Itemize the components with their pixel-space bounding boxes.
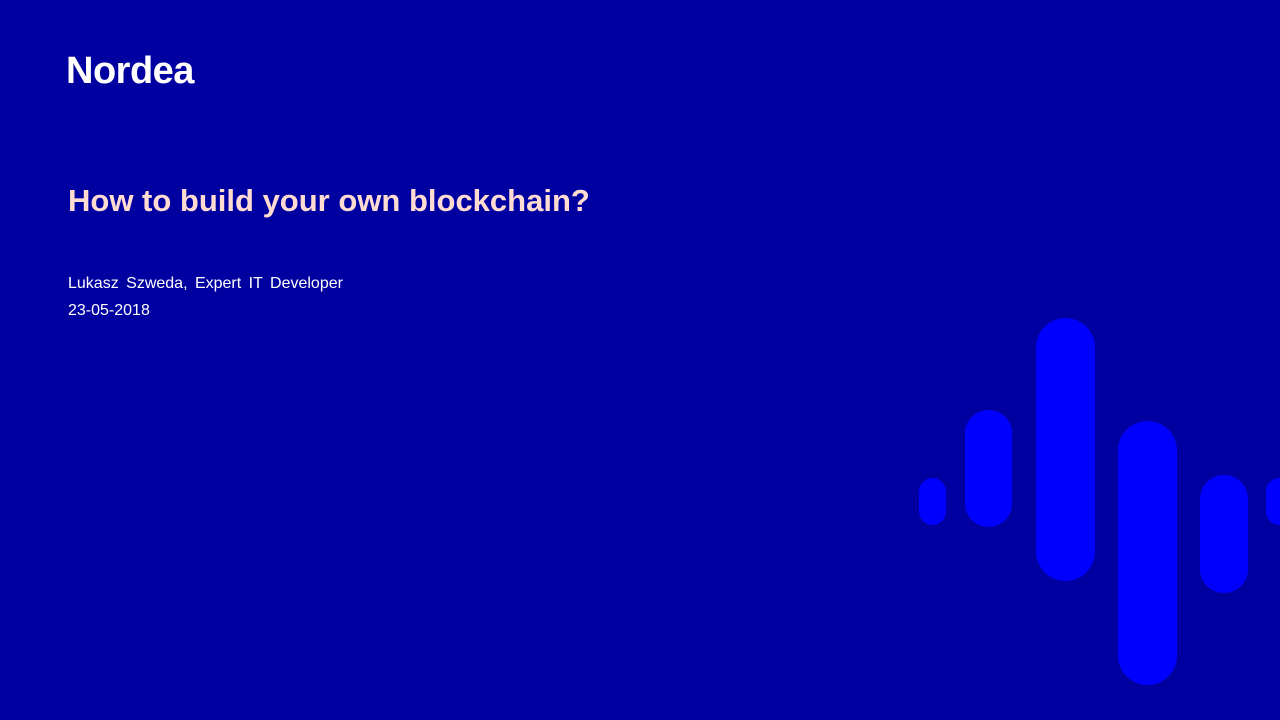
decorative-bar-5 bbox=[1200, 475, 1248, 593]
presentation-slide: Nordea How to build your own blockchain?… bbox=[0, 0, 1280, 720]
decorative-bar-1 bbox=[919, 478, 946, 525]
decorative-bar-3 bbox=[1036, 318, 1095, 581]
presenter-info: Lukasz Szweda, Expert IT Developer bbox=[68, 275, 343, 292]
nordea-logo: Nordea bbox=[66, 50, 194, 92]
decorative-bar-4 bbox=[1118, 421, 1177, 685]
presentation-date: 23-05-2018 bbox=[68, 302, 150, 319]
decorative-bar-6 bbox=[1266, 478, 1280, 525]
slide-title: How to build your own blockchain? bbox=[68, 183, 590, 218]
decorative-bar-2 bbox=[965, 410, 1012, 527]
